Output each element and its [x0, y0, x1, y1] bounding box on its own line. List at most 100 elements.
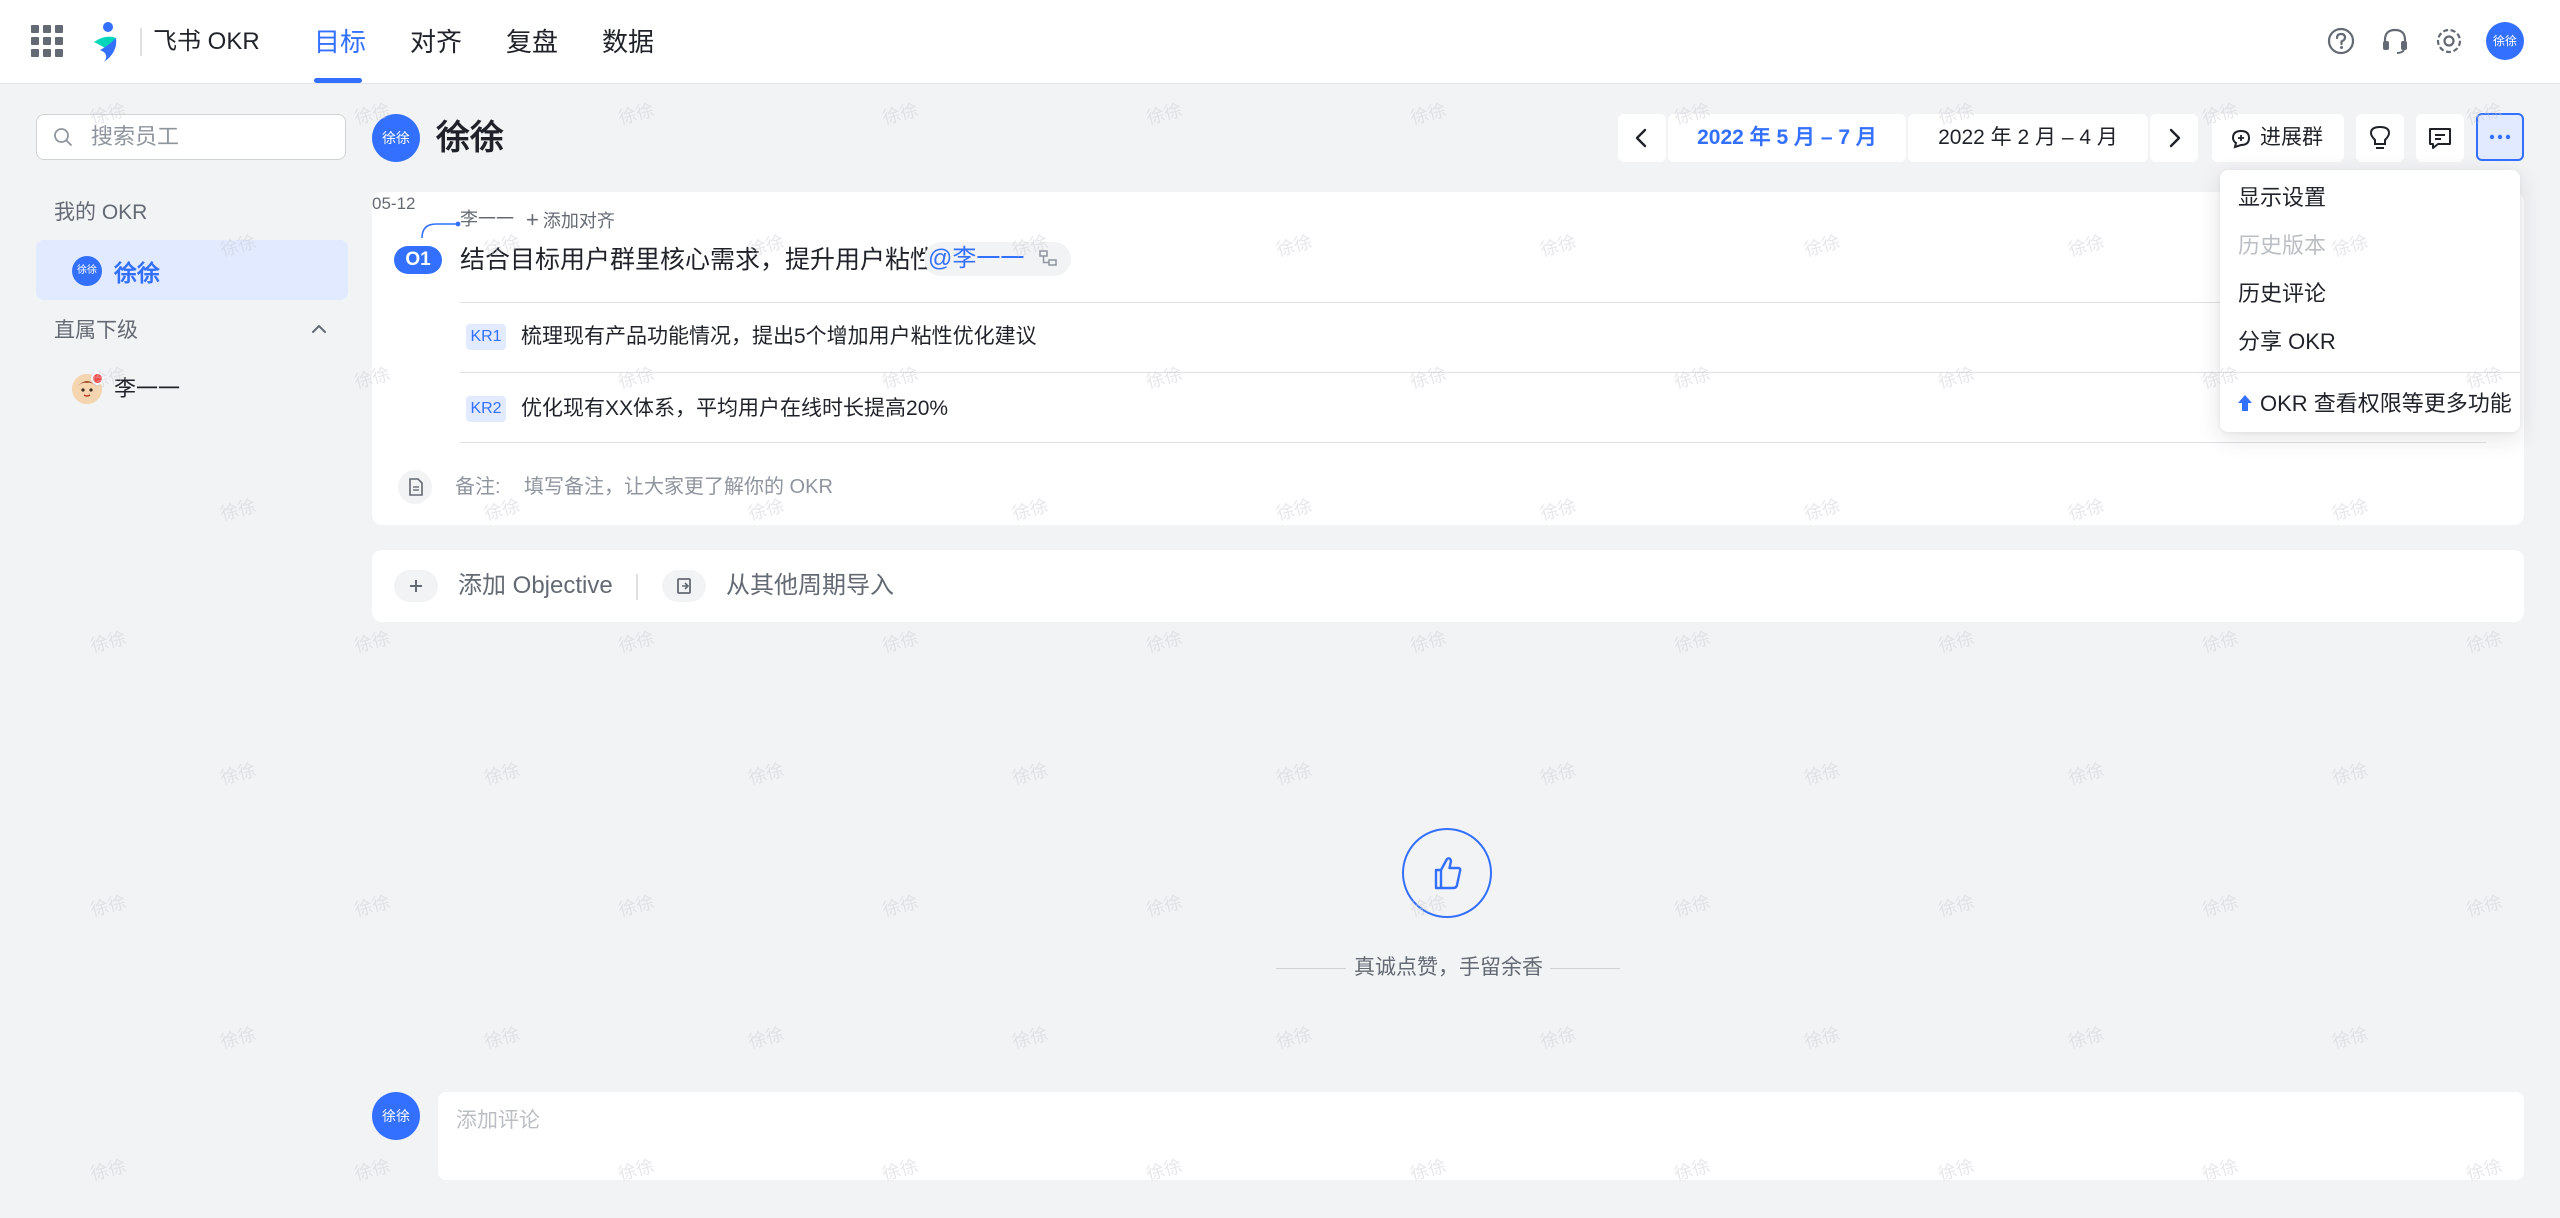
watermark-text: 徐徐: [616, 99, 657, 129]
sidebar-item-subordinate[interactable]: 李一一: [114, 374, 180, 404]
watermark-text: 徐徐: [1672, 891, 1713, 921]
subordinate-avatar[interactable]: [72, 372, 104, 404]
menu-item-history-versions: 历史版本: [2238, 233, 2327, 258]
watermark-text: 徐徐: [1802, 1023, 1843, 1053]
watermark-text: 徐徐: [88, 627, 129, 657]
menu-item-display-settings[interactable]: 显示设置: [2238, 182, 2326, 214]
tab-review[interactable]: 复盘: [506, 22, 558, 62]
menu-item-upgrade[interactable]: OKR 查看权限等更多功能: [2236, 388, 2512, 420]
employee-search-input[interactable]: [91, 115, 331, 159]
menu-item-history-comments[interactable]: 历史评论: [2238, 278, 2326, 310]
watermark-text: 徐徐: [2200, 627, 2241, 657]
watermark-text: 徐徐: [218, 759, 259, 789]
watermark-text: 徐徐: [1802, 759, 1843, 789]
watermark-text: 徐徐: [2330, 759, 2371, 789]
aligned-objective-owner[interactable]: 李一一: [460, 208, 514, 230]
upgrade-label: OKR 查看权限等更多功能: [2260, 391, 2512, 416]
plus-icon: +: [526, 207, 539, 232]
tips-button[interactable]: [2356, 114, 2404, 162]
key-result-text[interactable]: 梳理现有产品功能情况，提出5个增加用户粘性优化建议: [521, 322, 1037, 352]
watermark-text: 徐徐: [1936, 627, 1977, 657]
import-from-period-button[interactable]: 从其他周期导入: [726, 570, 894, 602]
objective-date-tag: 05-12: [372, 194, 416, 213]
objective-mention[interactable]: @李一一: [924, 242, 1072, 276]
org-chart-icon: [1039, 250, 1057, 266]
watermark-text: 徐徐: [352, 891, 393, 921]
more-icon: [2489, 134, 2511, 140]
watermark-text: 徐徐: [880, 891, 921, 921]
objective-title[interactable]: 结合目标用户群里核心需求，提升用户粘性: [460, 242, 935, 278]
add-alignment-button[interactable]: + 添加对齐: [526, 208, 615, 233]
comment-avatar: 徐徐: [372, 1092, 420, 1140]
comment-input[interactable]: [456, 1106, 2256, 1136]
watermark-text: 徐徐: [2330, 1023, 2371, 1053]
like-button[interactable]: [1402, 828, 1492, 918]
watermark-text: 徐徐: [352, 1155, 393, 1185]
watermark-text: 徐徐: [1274, 1023, 1315, 1053]
tab-goals[interactable]: 目标: [314, 22, 366, 62]
app-grid-icon[interactable]: [31, 25, 63, 57]
watermark-text: 徐徐: [482, 759, 523, 789]
watermark-text: 徐徐: [1010, 759, 1051, 789]
mention-label: @李一一: [928, 245, 1025, 272]
search-icon: [54, 128, 72, 146]
app-name: 飞书 OKR: [153, 28, 260, 55]
top-bar: 飞书 OKR 目标 对齐 复盘 数据 徐徐: [0, 0, 2560, 84]
add-alignment-label: 添加对齐: [542, 211, 615, 231]
headset-icon[interactable]: [2376, 22, 2414, 60]
chevron-right-icon: [2169, 128, 2181, 148]
watermark-text: 徐徐: [616, 627, 657, 657]
comment-box: [438, 1092, 2524, 1180]
watermark-text: 徐徐: [2066, 759, 2107, 789]
subordinates-heading: 直属下级: [54, 319, 138, 342]
add-objective-button[interactable]: 添加 Objective: [458, 570, 613, 602]
add-objective-icon-button[interactable]: [394, 570, 438, 602]
watermark-text: 徐徐: [1538, 759, 1579, 789]
watermark-text: 徐徐: [1936, 891, 1977, 921]
watermark-text: 徐徐: [1408, 627, 1449, 657]
prev-period-button[interactable]: [1618, 114, 1666, 162]
note-icon: [398, 470, 432, 504]
thumbs-up-icon: [1434, 857, 1462, 890]
tab-data[interactable]: 数据: [602, 22, 654, 62]
current-period-button[interactable]: 2022 年 5 月 – 7 月: [1668, 114, 1906, 162]
current-user-avatar[interactable]: 徐徐: [2486, 22, 2524, 60]
watermark-text: 徐徐: [880, 99, 921, 129]
watermark-text: 徐徐: [1010, 1023, 1051, 1053]
comments-button[interactable]: [2416, 114, 2464, 162]
import-icon-button[interactable]: [662, 570, 706, 602]
watermark-text: 徐徐: [218, 1023, 259, 1053]
next-period-button[interactable]: [2150, 114, 2198, 162]
divider: [460, 372, 2486, 373]
upgrade-arrow-icon: [2238, 395, 2252, 411]
progress-group-button[interactable]: 进展群: [2212, 114, 2344, 162]
alignment-connector-icon: [421, 221, 461, 239]
sidebar-item-self[interactable]: 徐徐 徐徐: [36, 240, 348, 300]
divider: [460, 302, 2486, 303]
watermark-text: 徐徐: [616, 891, 657, 921]
more-options-button[interactable]: [2476, 113, 2524, 161]
watermark-text: 徐徐: [218, 495, 259, 525]
menu-item-share-okr[interactable]: 分享 OKR: [2238, 326, 2336, 358]
divider: [1550, 968, 1620, 969]
help-icon[interactable]: [2322, 22, 2360, 60]
watermark-text: 徐徐: [1274, 759, 1315, 789]
tab-align[interactable]: 对齐: [410, 22, 462, 62]
settings-icon[interactable]: [2430, 22, 2468, 60]
current-period-label: 2022 年 5 月 – 7 月: [1697, 126, 1877, 149]
divider: [1276, 968, 1346, 969]
watermark-text: 徐徐: [1672, 627, 1713, 657]
chevron-up-icon[interactable]: [308, 318, 330, 340]
other-period-button[interactable]: 2022 年 2 月 – 4 月: [1908, 114, 2148, 162]
okr-owner-name: 徐徐: [436, 119, 504, 157]
watermark-text: 徐徐: [2464, 891, 2505, 921]
divider: [2220, 372, 2520, 373]
kr-badge: KR2: [466, 396, 506, 422]
key-result-text[interactable]: 优化现有XX体系，平均用户在线时长提高20%: [521, 394, 948, 424]
objective-badge: O1: [394, 246, 442, 274]
status-dot: [91, 372, 104, 385]
okr-owner-avatar: 徐徐: [372, 114, 420, 162]
note-input[interactable]: [524, 472, 1424, 502]
more-options-menu: 显示设置 历史版本 历史评论 分享 OKR OKR 查看权限等更多功能: [2220, 170, 2520, 432]
watermark-text: 徐徐: [1408, 99, 1449, 129]
